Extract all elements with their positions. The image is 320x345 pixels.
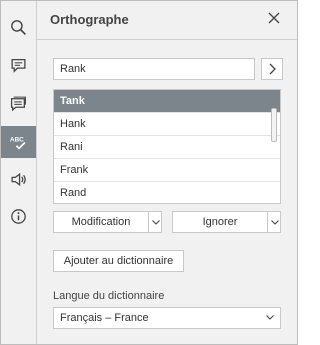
spellcheck-panel: Orthographe Tank Hank Rani Frank Rand Mo… <box>37 1 297 344</box>
rail-info-button[interactable] <box>1 200 36 232</box>
add-to-dictionary-button[interactable]: Ajouter au dictionnaire <box>53 250 184 272</box>
dictionary-language-select[interactable]: Français – France <box>53 307 281 329</box>
suggestion-item[interactable]: Rand <box>54 182 280 203</box>
search-icon <box>11 19 26 35</box>
rail-speaker-button[interactable] <box>1 163 36 195</box>
next-word-button[interactable] <box>261 58 283 80</box>
ignore-button[interactable]: Ignorer <box>173 212 267 232</box>
suggestion-item[interactable]: Tank <box>54 90 280 113</box>
misspelled-word-input[interactable] <box>53 58 255 80</box>
rail-chat-button[interactable] <box>1 87 36 119</box>
list-scrollbar[interactable] <box>271 94 277 200</box>
rail-search-button[interactable] <box>1 11 36 43</box>
spellcheck-window: ABC Orthographe Tank Hank Rani Frank Ran… <box>0 0 298 345</box>
rail-spellcheck-button[interactable]: ABC <box>1 126 36 158</box>
suggestions-list[interactable]: Tank Hank Rani Frank Rand <box>53 89 281 204</box>
rail-comment-button[interactable] <box>1 49 36 81</box>
svg-text:ABC: ABC <box>10 136 24 143</box>
ignore-split-button: Ignorer <box>172 211 281 233</box>
dictionary-language-value: Français – France <box>60 312 149 324</box>
chevron-down-icon <box>270 219 279 225</box>
ignore-dropdown-button[interactable] <box>267 212 281 232</box>
change-dropdown-button[interactable] <box>148 212 162 232</box>
chat-icon <box>10 96 26 111</box>
suggestion-item[interactable]: Rani <box>54 136 280 159</box>
header-divider <box>37 39 297 40</box>
left-toolbar: ABC <box>1 1 37 344</box>
info-icon <box>11 208 26 224</box>
dictionary-language-label: Langue du dictionnaire <box>53 290 165 302</box>
chevron-right-icon <box>269 63 276 75</box>
suggestion-item[interactable]: Hank <box>54 113 280 136</box>
comment-icon <box>11 58 26 73</box>
suggestion-item[interactable]: Frank <box>54 159 280 182</box>
close-button[interactable] <box>267 11 281 25</box>
chevron-down-icon <box>151 219 160 225</box>
close-icon <box>268 12 280 24</box>
scrollbar-thumb[interactable] <box>271 108 277 142</box>
panel-title: Orthographe <box>50 12 129 27</box>
chevron-down-icon <box>266 315 274 320</box>
spellcheck-icon: ABC <box>10 136 26 150</box>
speaker-icon <box>11 172 26 186</box>
change-button[interactable]: Modification <box>54 212 148 232</box>
change-split-button: Modification <box>53 211 162 233</box>
